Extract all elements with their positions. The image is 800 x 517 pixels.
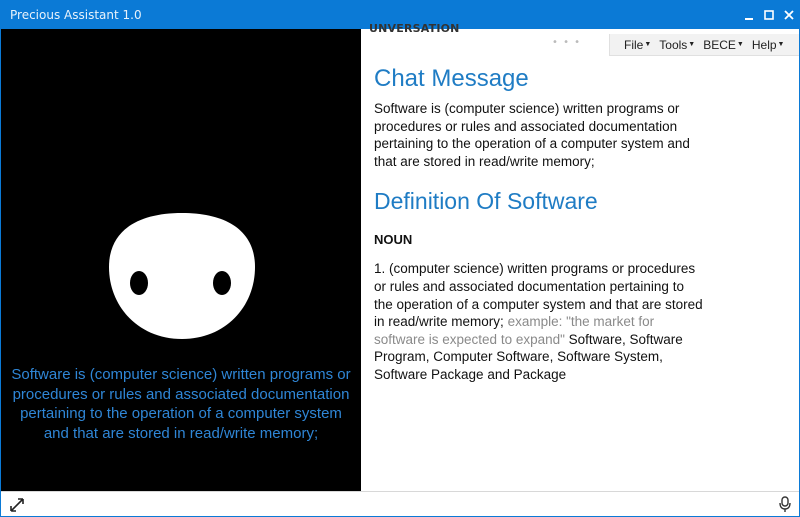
expand-icon: [10, 498, 24, 512]
part-of-speech: NOUN: [374, 232, 413, 248]
assistant-face-icon: [109, 213, 255, 339]
app-window: Precious Assistant 1.0 Software is (comp…: [0, 0, 800, 517]
caret-down-icon: ▼: [777, 41, 785, 48]
menu-file[interactable]: File ▼: [624, 38, 651, 52]
maximize-icon: [764, 10, 774, 20]
avatar-panel: Software is (computer science) written p…: [1, 29, 361, 491]
definition-heading: Definition Of Software: [374, 188, 598, 215]
speech-caption: Software is (computer science) written p…: [11, 366, 351, 442]
chat-message-body: Software is (computer science) written p…: [374, 101, 690, 169]
minimize-button[interactable]: [739, 5, 759, 25]
menu-help[interactable]: Help ▼: [752, 38, 785, 52]
expand-button[interactable]: [9, 497, 25, 517]
microphone-icon: [779, 496, 791, 512]
minimize-icon: [745, 18, 753, 20]
menu-tools[interactable]: Tools ▼: [659, 38, 695, 52]
conversation-panel: UNVERSATION • • • File ▼ Tools ▼ BECE ▼ Hel…: [361, 22, 799, 491]
microphone-button[interactable]: [779, 496, 791, 517]
caret-down-icon: ▼: [688, 41, 696, 48]
drag-handle[interactable]: • • •: [552, 37, 581, 48]
caret-down-icon: ▼: [736, 41, 744, 48]
menu-bar: File ▼ Tools ▼ BECE ▼ Help ▼: [609, 34, 799, 56]
definition-text: 1. (computer science) written programs o…: [374, 260, 704, 383]
maximize-button[interactable]: [759, 5, 779, 25]
caret-down-icon: ▼: [644, 41, 652, 48]
close-button[interactable]: [779, 5, 799, 25]
window-title: Precious Assistant 1.0: [10, 8, 142, 22]
example-label: example:: [507, 314, 563, 330]
close-icon: [784, 10, 794, 20]
conversation-header: UNVERSATION: [369, 22, 460, 35]
menu-bece[interactable]: BECE ▼: [703, 38, 744, 52]
chat-message-heading: Chat Message: [374, 65, 529, 92]
bottom-bar: [1, 491, 799, 516]
conversation-content: Chat Message Software is (computer scien…: [374, 65, 704, 384]
